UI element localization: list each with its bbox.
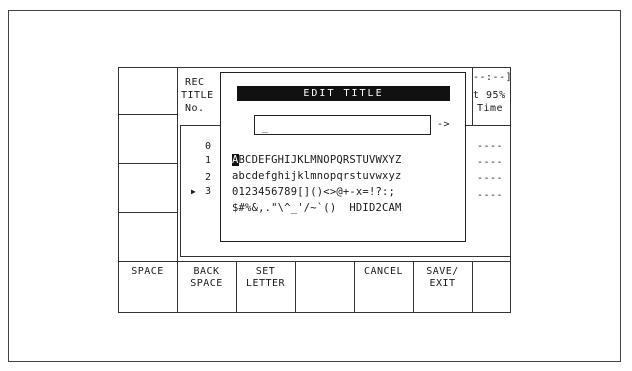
- row-dashes-2: ----: [477, 173, 504, 184]
- save-exit-button[interactable]: SAVE/ EXIT: [413, 266, 472, 290]
- softkey-top-divider: [118, 261, 511, 262]
- char-row-lowercase[interactable]: abcdefghijklmnopqrstuvwxyz: [232, 170, 402, 182]
- number-label: No.: [185, 103, 205, 114]
- input-arrow-icon: ->: [437, 119, 451, 130]
- selection-arrow-icon: ▶: [191, 187, 197, 196]
- input-cursor: _: [262, 122, 269, 133]
- list-row-2[interactable]: 2: [205, 172, 212, 184]
- empty-softkey-4[interactable]: [295, 266, 354, 306]
- uppercase-chars[interactable]: BCDEFGHIJKLMNOPQRSTUVWXYZ: [239, 154, 402, 166]
- list-right-border: [510, 125, 511, 256]
- row-dashes-1: ----: [477, 157, 504, 168]
- list-row-0[interactable]: 0: [205, 141, 212, 153]
- title-input-field[interactable]: [254, 115, 431, 135]
- char-row-special[interactable]: $#%&,."\^_'/~`() HDID2CAM: [232, 202, 402, 214]
- set-letter-button[interactable]: SET LETTER: [236, 266, 295, 290]
- left-divider-3: [118, 212, 177, 213]
- row-dashes-3: ----: [477, 190, 504, 201]
- row-dashes-0: ----: [477, 141, 504, 152]
- list-left-border: [180, 125, 181, 256]
- cancel-button[interactable]: CANCEL: [354, 266, 413, 278]
- left-divider-2: [118, 163, 177, 164]
- dialog-title: EDIT TITLE: [237, 86, 450, 101]
- time-label: Time: [477, 103, 504, 114]
- rec-label: REC: [185, 77, 205, 88]
- title-label: TITLE: [181, 90, 214, 101]
- remaining-percent: t 95%: [473, 90, 506, 101]
- space-button[interactable]: SPACE: [118, 266, 177, 278]
- list-bottom-divider: [180, 256, 510, 257]
- list-row-1[interactable]: 1: [205, 155, 212, 167]
- left-divider-1: [118, 114, 177, 115]
- char-row-numbers-symbols[interactable]: 0123456789[]()<>@+-x=!?:;: [232, 186, 395, 198]
- char-row-uppercase[interactable]: ABCDEFGHIJKLMNOPQRSTUVWXYZ: [232, 154, 402, 166]
- back-space-button[interactable]: BACK SPACE: [177, 266, 236, 290]
- empty-softkey-7[interactable]: [472, 266, 511, 306]
- list-row-3[interactable]: 3: [205, 186, 212, 198]
- time-counter: --:--]: [473, 72, 513, 83]
